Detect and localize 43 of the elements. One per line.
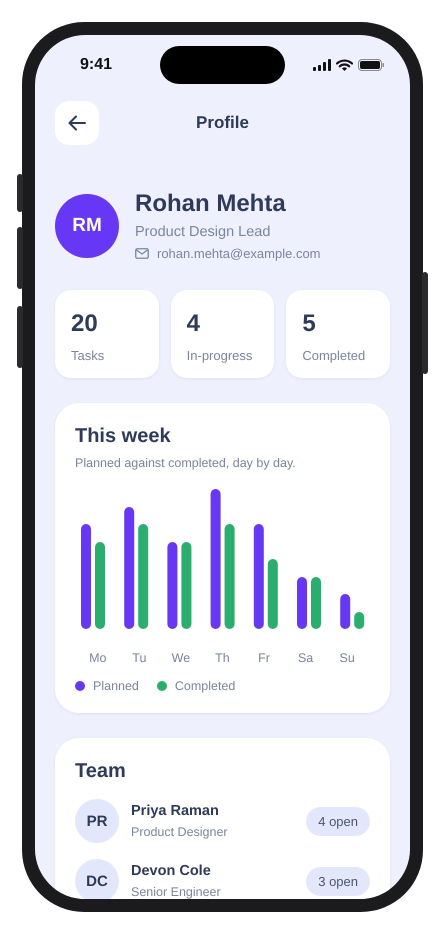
- day-label: Mo: [88, 651, 108, 665]
- back-arrow-icon: [68, 114, 86, 132]
- day-label: Su: [338, 651, 356, 665]
- member-role: Senior Engineer: [131, 885, 222, 899]
- stat-label: In-progress: [186, 348, 254, 363]
- stat-value: 5: [302, 310, 317, 338]
- open-count-badge: 4 open: [306, 806, 370, 836]
- battery-icon: [358, 59, 384, 71]
- legend-label: Planned: [93, 679, 139, 693]
- completed-bar: [354, 612, 364, 629]
- card-subtitle: Planned against completed, day by day.: [75, 456, 297, 470]
- wifi-icon: [336, 59, 353, 71]
- planned-bar: [297, 577, 307, 629]
- card-title: This week: [75, 425, 172, 448]
- back-button[interactable]: [55, 101, 99, 145]
- planned-bar: [340, 594, 350, 629]
- profile-name: Rohan Mehta: [135, 190, 287, 218]
- open-count-badge: 3 open: [306, 866, 370, 896]
- completed-bar: [311, 577, 321, 629]
- day-label: Fr: [257, 651, 271, 665]
- day-label: Th: [214, 651, 231, 665]
- stat-label: Completed: [302, 348, 366, 363]
- profile-role: Product Design Lead: [135, 224, 272, 240]
- stat-value: 20: [71, 310, 99, 338]
- day-label: Sa: [296, 651, 314, 665]
- member-name: Devon Cole: [131, 863, 212, 879]
- mail-icon: [135, 248, 149, 259]
- member-avatar: DC: [75, 859, 119, 899]
- signal-icon: [313, 59, 331, 71]
- avatar: RM: [55, 194, 119, 258]
- legend-label: Completed: [174, 679, 236, 693]
- stat-value: 4: [186, 310, 202, 338]
- member-avatar: PR: [75, 799, 119, 843]
- member-role: Product Designer: [131, 825, 229, 839]
- screen-title: Profile: [196, 113, 249, 133]
- profile-email: rohan.mehta@example.com: [157, 246, 320, 261]
- member-name: Priya Raman: [131, 803, 220, 819]
- status-time: 9:41: [80, 56, 112, 74]
- day-label: We: [170, 651, 192, 665]
- card-title: Team: [75, 760, 127, 783]
- completed-bar: [268, 559, 278, 629]
- day-label: Tu: [131, 651, 148, 665]
- stat-label: Tasks: [71, 348, 106, 363]
